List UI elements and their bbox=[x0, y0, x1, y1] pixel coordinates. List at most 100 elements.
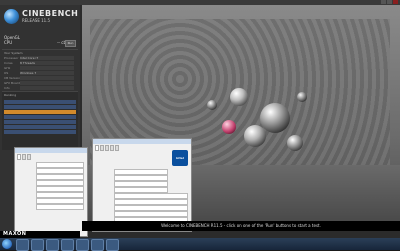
cpuz-value bbox=[114, 199, 188, 205]
cpu-info-title bbox=[15, 148, 87, 153]
spec-key: Info bbox=[4, 86, 10, 90]
maximize-button[interactable] bbox=[387, 0, 392, 4]
spec-key: CB Version bbox=[4, 76, 21, 80]
start-button[interactable] bbox=[2, 239, 12, 249]
taskbar-app-icon[interactable] bbox=[31, 239, 44, 251]
cpuz-value bbox=[114, 211, 188, 217]
ranking-row[interactable] bbox=[4, 130, 76, 134]
ranking-row[interactable] bbox=[4, 120, 76, 124]
cpuz-row bbox=[96, 169, 168, 175]
taskbar-app-icon[interactable] bbox=[61, 239, 74, 251]
cpuz-row bbox=[96, 199, 188, 205]
cpu-info-row bbox=[18, 198, 84, 204]
spec-value bbox=[20, 66, 74, 70]
close-button[interactable] bbox=[393, 0, 398, 4]
run-cpu-button[interactable]: Run bbox=[65, 40, 76, 47]
status-message: Welcome to CINEBENCH R11.5 - click on on… bbox=[161, 223, 321, 228]
cpuz-value bbox=[114, 175, 168, 181]
spec-value: 8 Threads bbox=[20, 61, 74, 65]
cpuz-value bbox=[114, 205, 188, 211]
ranking-panel: Ranking bbox=[2, 91, 78, 150]
cpu-info-tab[interactable] bbox=[17, 154, 21, 160]
cpu-info-row bbox=[18, 192, 84, 198]
cpu-info-tabs bbox=[17, 154, 31, 160]
cpu-info-value bbox=[36, 198, 84, 204]
spec-key: GFX Board bbox=[4, 81, 20, 85]
spec-value: Windows 7 bbox=[20, 71, 74, 75]
spec-value bbox=[20, 81, 74, 85]
spec-value bbox=[20, 86, 74, 90]
cpuz-value bbox=[114, 169, 168, 175]
ranking-row[interactable] bbox=[4, 100, 76, 104]
taskbar-app-icon[interactable] bbox=[106, 239, 119, 251]
cpuz-value bbox=[114, 181, 168, 187]
cpuz-row bbox=[96, 181, 168, 187]
cpu-info-value bbox=[36, 174, 84, 180]
spec-value: Intel Core i7 bbox=[20, 56, 74, 60]
system-info: Your System Processor Intel Core i7 Cores… bbox=[2, 49, 78, 90]
taskbar-app-icon[interactable] bbox=[91, 239, 104, 251]
render-sphere bbox=[260, 103, 290, 133]
app-logo: CINEBENCH RELEASE 11.5 bbox=[2, 7, 78, 32]
cpuz-tab[interactable] bbox=[110, 145, 114, 151]
taskbar bbox=[0, 238, 400, 251]
cpu-info-value bbox=[36, 180, 84, 186]
cpuz-title bbox=[93, 139, 191, 144]
cpuz-tabs bbox=[95, 145, 119, 151]
cpuz-row bbox=[96, 211, 188, 217]
cpuz-tab[interactable] bbox=[100, 145, 104, 151]
ranking-row[interactable] bbox=[4, 115, 76, 119]
cinebench-window: CINEBENCH RELEASE 11.5 OpenGL CPU -- cb … bbox=[0, 0, 400, 238]
cpu-label: CPU bbox=[4, 40, 13, 45]
cpu-info-tab[interactable] bbox=[22, 154, 26, 160]
cpu-info-row bbox=[18, 162, 84, 168]
render-sphere bbox=[244, 125, 266, 147]
ranking-row[interactable] bbox=[4, 105, 76, 109]
cinebench-ball-icon bbox=[4, 9, 19, 24]
cpu-info-value bbox=[36, 186, 84, 192]
cpu-info-row bbox=[18, 174, 84, 180]
spec-key: Cores bbox=[4, 61, 13, 65]
cpu-info-value bbox=[36, 204, 84, 210]
minimize-button[interactable] bbox=[381, 0, 386, 4]
cpu-info-row bbox=[18, 204, 84, 210]
cpu-info-value bbox=[36, 162, 84, 168]
ranking-title: Ranking bbox=[4, 93, 17, 97]
cpuz-row bbox=[96, 193, 188, 199]
cpu-info-value bbox=[36, 192, 84, 198]
render-sphere bbox=[287, 135, 303, 151]
cpuz-value bbox=[114, 193, 188, 199]
spec-value bbox=[20, 76, 74, 80]
render-sphere bbox=[297, 92, 307, 102]
spec-key: OS bbox=[4, 71, 9, 75]
cpuz-tab[interactable] bbox=[105, 145, 109, 151]
maxon-brand-bar: MAXON bbox=[0, 231, 80, 238]
cpu-result-row: CPU -- cb Run bbox=[4, 40, 76, 47]
cpuz-row bbox=[96, 175, 168, 181]
cpuz-window[interactable]: intel bbox=[92, 138, 192, 232]
cpu-info-window[interactable] bbox=[14, 147, 88, 237]
logo-title: CINEBENCH bbox=[22, 9, 79, 18]
ranking-row-highlighted[interactable] bbox=[4, 110, 76, 114]
render-sphere bbox=[207, 100, 217, 110]
spec-key: GHz bbox=[4, 66, 11, 70]
spec-key: Processor bbox=[4, 56, 19, 60]
cpu-info-tab[interactable] bbox=[27, 154, 31, 160]
cpuz-row bbox=[96, 187, 168, 193]
taskbar-app-icon[interactable] bbox=[46, 239, 59, 251]
taskbar-app-icon[interactable] bbox=[16, 239, 29, 251]
system-info-title: Your System bbox=[4, 51, 23, 55]
cpuz-tab[interactable] bbox=[115, 145, 119, 151]
maxon-logo: MAXON bbox=[3, 231, 27, 237]
render-sphere bbox=[222, 120, 236, 134]
ranking-row[interactable] bbox=[4, 125, 76, 129]
cpuz-tab[interactable] bbox=[95, 145, 99, 151]
status-bar: Welcome to CINEBENCH R11.5 - click on on… bbox=[82, 221, 400, 231]
cpu-info-value bbox=[36, 168, 84, 174]
cpu-info-row bbox=[18, 186, 84, 192]
cpuz-value bbox=[114, 187, 168, 193]
cpu-info-row bbox=[18, 168, 84, 174]
taskbar-apps bbox=[16, 239, 119, 251]
taskbar-app-icon[interactable] bbox=[76, 239, 89, 251]
logo-subtitle: RELEASE 11.5 bbox=[22, 18, 51, 23]
